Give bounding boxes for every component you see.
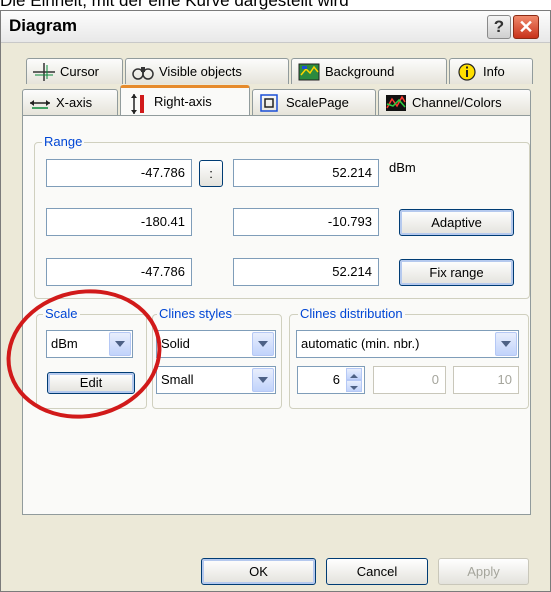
range-row1-min-field[interactable]: -47.786: [46, 159, 192, 187]
spin-up-icon[interactable]: [346, 368, 362, 380]
binoculars-icon: [132, 63, 154, 81]
scale-group: [36, 314, 147, 409]
tab-right-axis[interactable]: Right-axis: [120, 85, 250, 115]
range-row2-min-field[interactable]: -180.41: [46, 208, 192, 236]
clines-styles-legend: Clines styles: [157, 306, 234, 321]
tab-right-axis-label: Right-axis: [154, 94, 212, 109]
tab-info[interactable]: Info: [449, 58, 533, 84]
channel-colors-icon: [385, 94, 407, 112]
tab-info-label: Info: [483, 64, 505, 79]
background-map-icon: [298, 63, 320, 81]
chevron-down-icon[interactable]: [109, 332, 131, 356]
help-button[interactable]: ?: [487, 15, 511, 39]
clines-style-value: Solid: [161, 336, 190, 351]
apply-button[interactable]: Apply: [438, 558, 529, 585]
chevron-down-icon[interactable]: [252, 332, 274, 356]
range-legend: Range: [42, 134, 85, 149]
clines-min-field: 0: [373, 366, 446, 394]
scale-unit-select[interactable]: dBm: [46, 330, 133, 358]
clines-max-field: 10: [453, 366, 519, 394]
title-bar[interactable]: Diagram ? ✕: [1, 11, 550, 43]
range-link-button[interactable]: :: [199, 160, 223, 187]
x-axis-icon: [29, 94, 51, 112]
tab-channel-colors-label: Channel/Colors: [412, 95, 502, 110]
clines-distribution-value: automatic (min. nbr.): [301, 336, 420, 351]
spin-down-icon[interactable]: [346, 380, 362, 392]
tab-x-axis[interactable]: X-axis: [22, 89, 118, 115]
tab-visible-objects[interactable]: Visible objects: [125, 58, 289, 84]
info-icon: [456, 62, 478, 81]
chevron-down-icon[interactable]: [495, 332, 517, 356]
clines-style-select[interactable]: Solid: [156, 330, 276, 358]
range-unit-label: dBm: [389, 160, 416, 175]
scale-unit-value: dBm: [51, 336, 78, 351]
tab-scalepage-label: ScalePage: [286, 95, 349, 110]
right-axis-icon: [127, 93, 149, 114]
cancel-button[interactable]: Cancel: [326, 558, 428, 585]
tab-x-axis-label: X-axis: [56, 95, 93, 110]
tab-background-label: Background: [325, 64, 395, 79]
scalepage-icon: [259, 93, 281, 112]
close-button[interactable]: ✕: [513, 15, 539, 39]
range-row3-max-field[interactable]: 52.214: [233, 258, 379, 286]
range-row3-min-field[interactable]: -47.786: [46, 258, 192, 286]
fix-range-button[interactable]: Fix range: [399, 259, 514, 286]
dialog-title: Diagram: [9, 16, 78, 35]
range-row1-max-field[interactable]: 52.214: [233, 159, 379, 187]
scale-legend: Scale: [43, 306, 80, 321]
cursor-crosshair-icon: [33, 62, 55, 81]
clines-styles-group: [152, 314, 282, 409]
tab-cursor-label: Cursor: [60, 64, 100, 79]
tab-channel-colors[interactable]: Channel/Colors: [378, 89, 531, 115]
diagram-dialog: Diagram ? ✕ Cursor Visible objects Backg…: [0, 10, 551, 592]
ok-button[interactable]: OK: [201, 558, 316, 585]
chevron-down-icon[interactable]: [252, 368, 274, 392]
tab-background[interactable]: Background: [291, 58, 447, 84]
adaptive-button[interactable]: Adaptive: [399, 209, 514, 236]
scale-edit-button[interactable]: Edit: [47, 372, 135, 394]
tab-cursor[interactable]: Cursor: [26, 58, 123, 84]
clines-distribution-select[interactable]: automatic (min. nbr.): [296, 330, 519, 358]
clines-distribution-legend: Clines distribution: [298, 306, 405, 321]
tab-scalepage[interactable]: ScalePage: [252, 89, 376, 115]
tab-visible-objects-label: Visible objects: [159, 64, 242, 79]
clines-distribution-group: [289, 314, 529, 409]
clines-width-value: Small: [161, 372, 194, 387]
clines-width-select[interactable]: Small: [156, 366, 276, 394]
range-row2-max-field[interactable]: -10.793: [233, 208, 379, 236]
